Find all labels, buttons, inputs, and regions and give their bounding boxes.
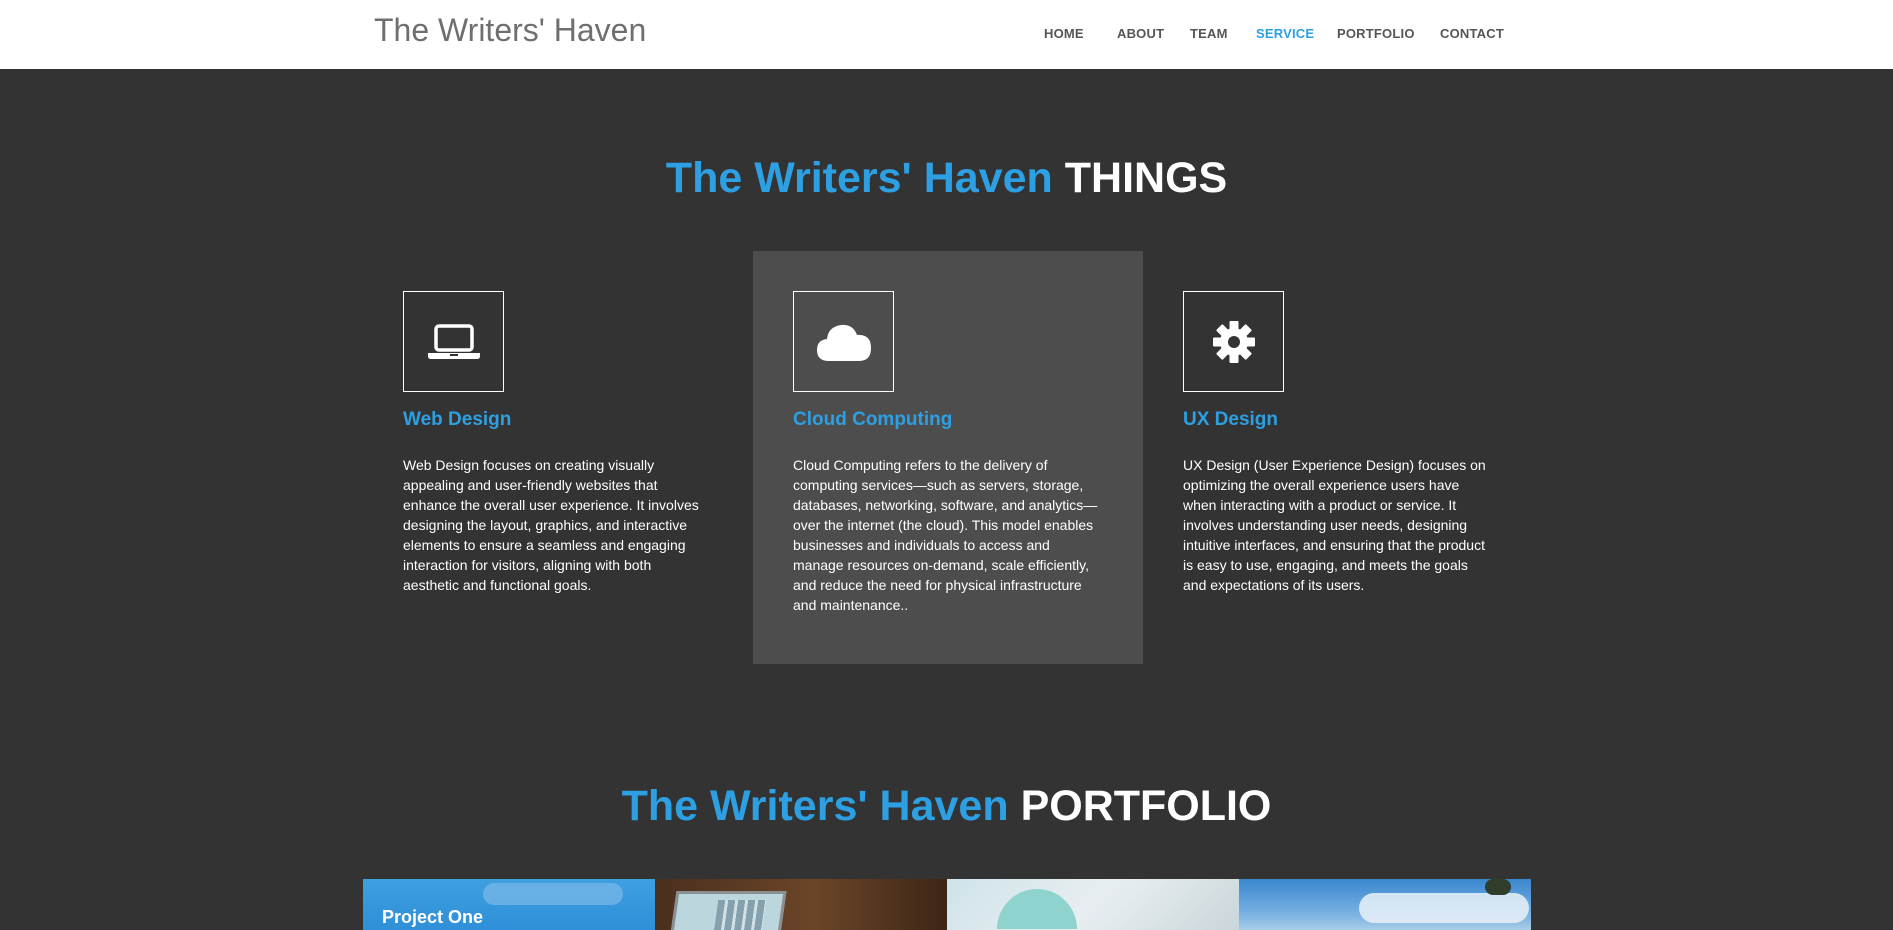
portfolio-grid: Project One (363, 879, 1533, 930)
sky-cloud-decoration (1359, 893, 1529, 923)
service-card-web-design: Web Design Web Design focuses on creatin… (363, 251, 753, 664)
nav-contact[interactable]: CONTACT (1440, 26, 1504, 41)
cup-photo-decoration (997, 889, 1077, 929)
portfolio-item[interactable] (655, 879, 947, 930)
nav-team[interactable]: TEAM (1190, 26, 1228, 41)
nav-about[interactable]: ABOUT (1117, 26, 1164, 41)
portfolio-title-accent: The Writers' Haven (621, 782, 1009, 830)
services-section-title: The Writers' Haven THINGS (0, 154, 1893, 203)
service-card-cloud-computing: Cloud Computing Cloud Computing refers t… (753, 251, 1143, 664)
service-description: Cloud Computing refers to the delivery o… (793, 457, 1098, 613)
top-navbar: The Writers' Haven HOME ABOUT TEAM SERVI… (0, 0, 1893, 69)
service-description: UX Design (User Experience Design) focus… (1183, 457, 1486, 593)
nav-home[interactable]: HOME (1044, 26, 1084, 41)
portfolio-section-title: The Writers' Haven PORTFOLIO (0, 782, 1893, 831)
cloud-icon (793, 291, 894, 392)
sky-cloud-decoration (483, 883, 623, 905)
service-description: Web Design focuses on creating visually … (403, 457, 699, 593)
portfolio-item[interactable]: Project One (363, 879, 655, 930)
tree-decoration (1485, 879, 1511, 895)
service-card-ux-design: UX Design UX Design (User Experience Des… (1143, 251, 1533, 664)
service-title: UX Design (1183, 409, 1279, 430)
laptop-icon (403, 291, 504, 392)
portfolio-title-rest: PORTFOLIO (1020, 782, 1272, 830)
services-title-accent: The Writers' Haven (665, 154, 1053, 202)
nav-service[interactable]: SERVICE (1256, 26, 1314, 41)
main-nav: HOME ABOUT TEAM SERVICE PORTFOLIO CONTAC… (0, 26, 1893, 46)
laptop-photo-decoration (669, 891, 787, 930)
portfolio-item-label: Project One (382, 907, 484, 927)
portfolio-item[interactable] (1239, 879, 1531, 930)
service-title: Cloud Computing (793, 409, 953, 430)
portfolio-item[interactable] (947, 879, 1239, 930)
gear-icon (1183, 291, 1284, 392)
nav-portfolio[interactable]: PORTFOLIO (1337, 26, 1415, 41)
services-title-rest: THINGS (1064, 154, 1228, 202)
service-title: Web Design (403, 409, 512, 430)
